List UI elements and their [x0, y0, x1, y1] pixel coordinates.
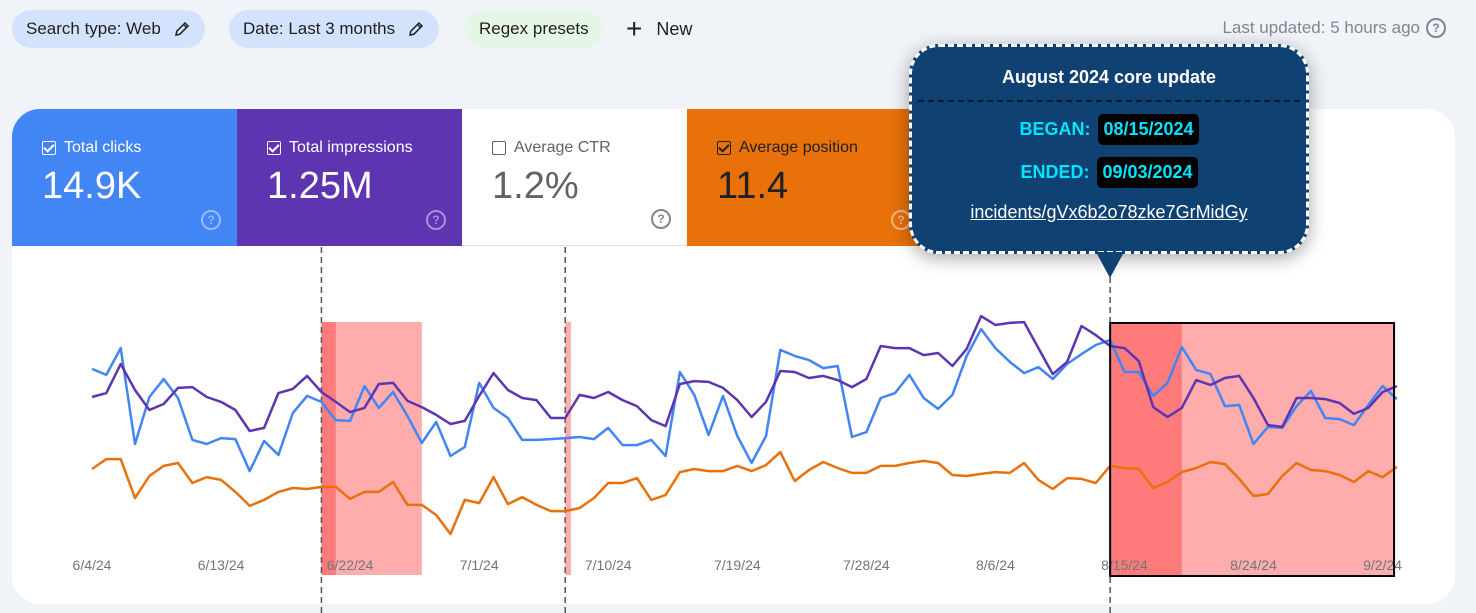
x-tick-label: 6/22/24: [327, 557, 374, 573]
ended-label: ENDED:: [1020, 162, 1090, 182]
tooltip-title: August 2024 core update: [1001, 67, 1217, 87]
x-tick-label: 7/28/24: [843, 557, 890, 573]
highlight-range-start: [1110, 322, 1182, 575]
highlight-ranges: [321, 322, 1395, 575]
x-tick-label: 9/2/24: [1363, 557, 1402, 573]
core-update-tooltip: August 2024 core update BEGAN: 08/15/202…: [909, 44, 1309, 254]
ended-date: 09/03/2024: [1097, 157, 1198, 188]
x-tick-label: 7/1/24: [460, 557, 499, 573]
highlight-range: [565, 322, 571, 575]
began-date: 08/15/2024: [1098, 114, 1199, 145]
x-tick-label: 8/15/24: [1101, 557, 1148, 573]
tooltip-ended-row: ENDED: 09/03/2024: [912, 157, 1306, 188]
x-tick-label: 6/13/24: [198, 557, 245, 573]
began-label: BEGAN:: [1019, 119, 1091, 139]
incident-link[interactable]: incidents/gVx6b2o78zke7GrMidGy: [912, 202, 1306, 223]
x-tick-label: 8/6/24: [976, 557, 1015, 573]
tooltip-divider: [918, 100, 1300, 102]
x-tick-label: 8/24/24: [1230, 557, 1277, 573]
tooltip-pointer: [1096, 252, 1124, 278]
highlight-range-start: [321, 322, 336, 575]
x-tick-label: 7/10/24: [585, 557, 632, 573]
x-tick-label: 7/19/24: [714, 557, 761, 573]
tooltip-began-row: BEGAN: 08/15/2024: [912, 114, 1306, 145]
x-tick-label: 6/4/24: [73, 557, 112, 573]
highlight-range: [321, 322, 422, 575]
